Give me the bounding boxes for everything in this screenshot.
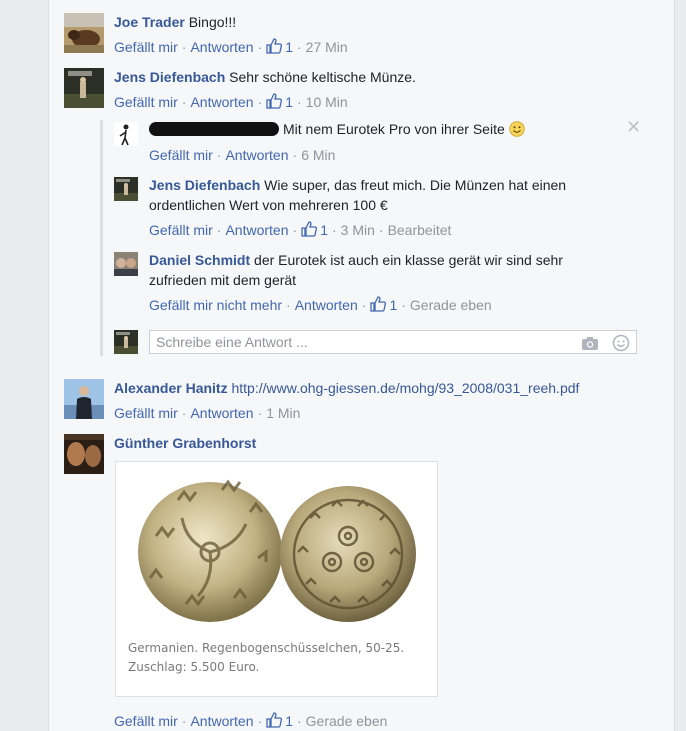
reply-link[interactable]: Antworten bbox=[190, 405, 253, 421]
comment-actions: Gefällt mir · Antworten · 1 Min bbox=[114, 405, 301, 421]
comment-body: Jens Diefenbach Sehr schöne keltische Mü… bbox=[114, 68, 416, 87]
avatar[interactable] bbox=[64, 13, 104, 53]
reply-link[interactable]: Antworten bbox=[225, 147, 288, 163]
reply-body: Daniel Schmidt der Eurotek ist auch ein … bbox=[149, 251, 563, 270]
reply-body: Jens Diefenbach Wie super, das freut mic… bbox=[149, 176, 566, 195]
reply-link[interactable]: Antworten bbox=[225, 222, 288, 238]
redacted-name bbox=[149, 122, 279, 136]
comment-body: Joe Trader Bingo!!! bbox=[114, 13, 236, 32]
avatar[interactable] bbox=[114, 122, 138, 146]
emoji-icon[interactable] bbox=[612, 334, 630, 352]
avatar[interactable] bbox=[114, 252, 138, 276]
thumbs-up-icon bbox=[370, 296, 387, 312]
timestamp[interactable]: 6 Min bbox=[301, 147, 335, 163]
like-count[interactable]: 1 bbox=[266, 712, 293, 729]
reply-link[interactable]: Antworten bbox=[190, 713, 253, 729]
like-link[interactable]: Gefällt mir bbox=[149, 147, 213, 163]
reply-text-line2: ordentlichen Wert von mehreren 100 € bbox=[149, 197, 388, 213]
comment-body: Günther Grabenhorst bbox=[114, 434, 256, 453]
author-name[interactable]: Jens Diefenbach bbox=[114, 69, 225, 85]
like-count[interactable]: 1 bbox=[266, 93, 293, 110]
avatar[interactable] bbox=[64, 379, 104, 419]
close-icon[interactable]: ✕ bbox=[626, 118, 641, 136]
edited-label[interactable]: Bearbeitet bbox=[388, 222, 452, 238]
image-attachment[interactable]: Germanien. Regenbogenschüsselchen, 50-25… bbox=[115, 461, 438, 697]
reply-input-box[interactable] bbox=[149, 330, 637, 354]
avatar[interactable] bbox=[64, 434, 104, 474]
like-count[interactable]: 1 bbox=[266, 38, 293, 55]
comment-actions: Gefällt mir · Antworten · 1 · Gerade eben bbox=[114, 712, 388, 729]
author-name[interactable]: Joe Trader bbox=[114, 14, 185, 30]
like-link[interactable]: Gefällt mir bbox=[114, 39, 178, 55]
thumbs-up-icon bbox=[266, 38, 283, 54]
image-caption-line1: Germanien. Regenbogenschüsselchen, 50-25… bbox=[128, 641, 405, 655]
avatar[interactable] bbox=[64, 68, 104, 108]
like-link[interactable]: Gefällt mir bbox=[114, 713, 178, 729]
comment-text: Bingo!!! bbox=[188, 14, 237, 30]
reply-link[interactable]: Antworten bbox=[295, 297, 358, 313]
timestamp[interactable]: 3 Min bbox=[341, 222, 375, 238]
comment-link[interactable]: http://www.ohg-giessen.de/mohg/93_2008/0… bbox=[231, 380, 579, 396]
reply-actions: Gefällt mir nicht mehr · Antworten · 1 · Gerad… bbox=[149, 296, 492, 313]
like-count[interactable]: 1 bbox=[370, 296, 397, 313]
author-name[interactable]: Alexander Hanitz bbox=[114, 380, 228, 396]
like-link[interactable]: Gefällt mir bbox=[114, 94, 178, 110]
like-link[interactable]: Gefällt mir bbox=[114, 405, 178, 421]
timestamp[interactable]: 10 Min bbox=[306, 94, 348, 110]
reply-actions: Gefällt mir · Antworten · 6 Min bbox=[149, 147, 336, 163]
author-name[interactable]: Günther Grabenhorst bbox=[114, 435, 256, 451]
comment-actions: Gefällt mir · Antworten · 1 · 27 Min bbox=[114, 38, 348, 55]
unlike-link[interactable]: Gefällt mir nicht mehr bbox=[149, 297, 282, 313]
timestamp[interactable]: Gerade eben bbox=[410, 297, 492, 313]
author-name[interactable]: Jens Diefenbach bbox=[149, 177, 260, 193]
reply-text: der Eurotek ist auch ein klasse gerät wi… bbox=[254, 252, 563, 268]
thumbs-up-icon bbox=[301, 221, 318, 237]
coin-photo bbox=[138, 479, 416, 622]
author-name[interactable]: Daniel Schmidt bbox=[149, 252, 250, 268]
reply-thread-line bbox=[100, 120, 103, 356]
image-caption-line2: Zuschlag: 5.500 Euro. bbox=[128, 660, 260, 674]
reply-text: Mit nem Eurotek Pro von ihrer Seite bbox=[283, 121, 505, 137]
thumbs-up-icon bbox=[266, 93, 283, 109]
reply-link[interactable]: Antworten bbox=[190, 39, 253, 55]
reply-body: Mit nem Eurotek Pro von ihrer Seite bbox=[149, 120, 525, 139]
reply-input[interactable] bbox=[156, 331, 566, 353]
avatar[interactable] bbox=[114, 177, 138, 201]
camera-icon[interactable] bbox=[581, 334, 599, 352]
reply-text: Wie super, das freut mich. Die Münzen ha… bbox=[264, 177, 567, 193]
comment-text: Sehr schöne keltische Münze. bbox=[229, 69, 416, 85]
like-count[interactable]: 1 bbox=[301, 221, 328, 238]
reply-link[interactable]: Antworten bbox=[190, 94, 253, 110]
reply-actions: Gefällt mir · Antworten · 1 · 3 Min · Bearbeitet bbox=[149, 221, 452, 238]
timestamp[interactable]: 1 Min bbox=[266, 405, 300, 421]
timestamp[interactable]: Gerade eben bbox=[306, 713, 388, 729]
timestamp[interactable]: 27 Min bbox=[306, 39, 348, 55]
like-link[interactable]: Gefällt mir bbox=[149, 222, 213, 238]
smiley-emoji-icon bbox=[508, 121, 525, 137]
avatar bbox=[114, 330, 138, 354]
comment-actions: Gefällt mir · Antworten · 1 · 10 Min bbox=[114, 93, 348, 110]
reply-text-line2: zufrieden mit dem gerät bbox=[149, 272, 297, 288]
comment-body: Alexander Hanitz http://www.ohg-giessen.… bbox=[114, 379, 579, 398]
thumbs-up-icon bbox=[266, 712, 283, 728]
